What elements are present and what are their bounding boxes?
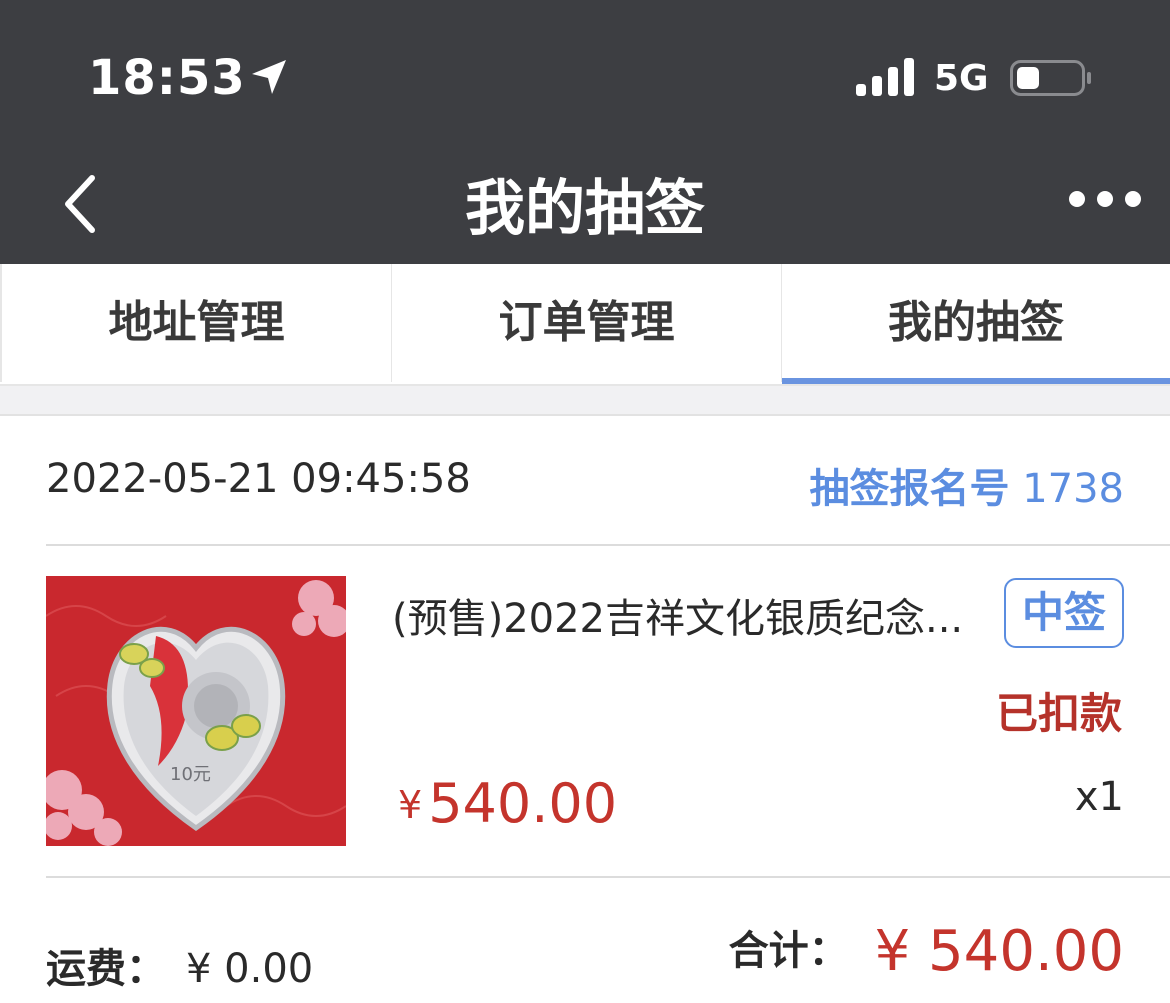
lottery-number-label: 抽签报名号 <box>809 466 1010 512</box>
lottery-number-value: 1738 <box>1022 466 1124 512</box>
price-amount: 540.00 <box>428 772 618 835</box>
tab-order-management[interactable]: 订单管理 <box>392 264 782 382</box>
currency-symbol: ¥ <box>398 783 423 827</box>
top-header: 18:53 5G 我的抽签 <box>0 0 1170 264</box>
coin-denomination: 10元 <box>170 764 211 785</box>
payment-status: 已扣款 <box>995 689 1122 738</box>
lottery-result-badge: 中签 <box>1004 578 1124 648</box>
tab-bar: 地址管理 订单管理 我的抽签 <box>0 264 1170 386</box>
tab-my-lottery[interactable]: 我的抽签 <box>782 264 1170 382</box>
product-price: ¥540.00 <box>398 772 617 835</box>
network-type: 5G <box>934 58 989 99</box>
battery-icon <box>1010 60 1091 96</box>
tab-address-management[interactable]: 地址管理 <box>0 264 392 382</box>
total-label: 合计： <box>728 928 849 974</box>
more-options-icon[interactable] <box>1060 182 1150 216</box>
location-arrow-icon <box>252 60 286 94</box>
lottery-registration-number: 抽签报名号 1738 <box>809 456 1124 514</box>
shipping-fee: 运费： ¥ 0.00 <box>46 936 313 994</box>
section-separator <box>0 386 1170 416</box>
heart-coin-image: 10元 <box>46 576 346 846</box>
order-datetime: 2022-05-21 09:45:58 <box>46 456 471 502</box>
order-total: 合计： ¥ 540.00 <box>729 918 1124 984</box>
divider <box>46 876 1170 878</box>
active-tab-indicator <box>782 378 1170 384</box>
divider <box>46 544 1170 546</box>
shipping-value: ¥ 0.00 <box>186 946 314 992</box>
page-title: 我的抽签 <box>465 174 705 244</box>
product-name[interactable]: (预售)2022吉祥文化银质纪念... <box>392 586 992 644</box>
shipping-label: 运费： <box>46 946 166 992</box>
product-image[interactable]: 10元 <box>46 576 346 846</box>
product-quantity: x1 <box>1074 774 1124 820</box>
total-amount: ¥ 540.00 <box>874 919 1124 984</box>
status-time: 18:53 <box>88 50 246 106</box>
cellular-signal-icon <box>856 58 914 96</box>
